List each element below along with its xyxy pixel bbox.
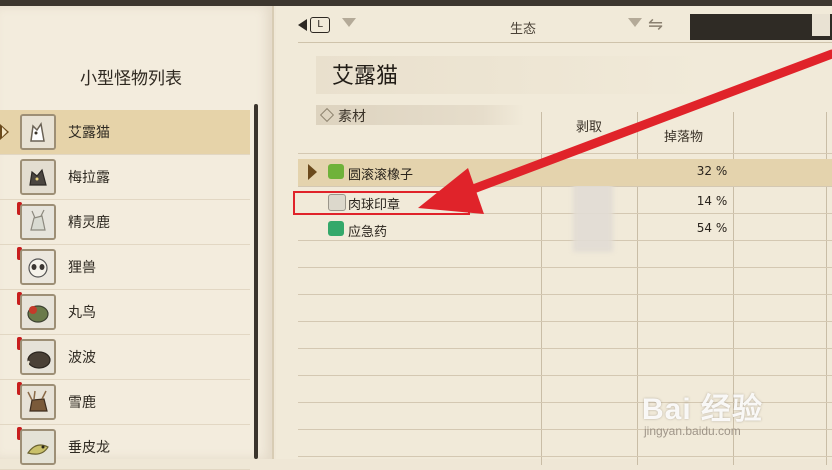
- monster-name: 垂皮龙: [68, 440, 110, 456]
- monster-title: 艾露猫: [332, 64, 399, 89]
- felyne-icon: [20, 114, 56, 150]
- selection-cursor-icon: [0, 124, 9, 140]
- l-button-label: L: [310, 17, 330, 33]
- drop-column-header: 掉落物: [664, 130, 704, 145]
- melynx-icon: [20, 159, 56, 195]
- snow-deer-icon: [20, 384, 56, 420]
- monster-name: 梅拉露: [68, 170, 110, 186]
- monster-name: 狸兽: [68, 260, 96, 276]
- tab-divider-icon: [628, 18, 642, 27]
- monster-row[interactable]: 雪鹿: [0, 380, 250, 425]
- monster-row[interactable]: 精灵鹿: [0, 200, 250, 245]
- monster-name: 精灵鹿: [68, 215, 110, 231]
- drop-rate: 14 %: [696, 194, 728, 208]
- potion-icon: [328, 221, 344, 236]
- dewlap-wyvern-icon: [20, 429, 56, 465]
- round-bird-icon: [20, 294, 56, 330]
- selection-cursor-icon: [308, 164, 317, 180]
- tab-ecology[interactable]: 生态: [510, 18, 536, 37]
- monster-list-title: 小型怪物列表: [80, 69, 182, 89]
- materials-section-label: 素材: [316, 105, 524, 125]
- tab-divider-icon: [342, 18, 356, 27]
- kelbi-icon: [20, 204, 56, 240]
- monster-list: 艾露猫 梅拉露 精灵鹿 狸兽 丸鸟 波波 雪鹿 垂皮龙: [0, 110, 250, 470]
- tab-next[interactable]: [690, 14, 832, 40]
- monster-row[interactable]: 艾露猫: [0, 110, 250, 155]
- watermark-brand: Bai 经验: [642, 393, 764, 426]
- monster-name: 波波: [68, 350, 96, 366]
- prev-tab-button[interactable]: L: [298, 17, 332, 33]
- raccoon-beast-icon: [20, 249, 56, 285]
- watermark-url: jingyan.baidu.com: [644, 424, 741, 438]
- acorn-icon: [328, 164, 344, 179]
- material-name: 应急药: [348, 225, 388, 240]
- tab-switch-icon[interactable]: ⇋: [648, 14, 686, 36]
- monster-name: 艾露猫: [68, 125, 110, 141]
- diamond-icon: [319, 107, 335, 123]
- drop-rate: 54 %: [696, 221, 728, 235]
- carve-column-header: 剥取: [576, 120, 603, 135]
- monster-row[interactable]: 波波: [0, 335, 250, 380]
- left-arrow-icon: [298, 19, 307, 31]
- monster-row[interactable]: 垂皮龙: [0, 425, 250, 470]
- watermark: Bai 经验 jingyan.baidu.com: [642, 380, 822, 450]
- monster-row[interactable]: 梅拉露: [0, 155, 250, 200]
- material-name: 圆滚滚橡子: [348, 168, 414, 183]
- monster-list-scrollbar[interactable]: [254, 104, 258, 459]
- annotation-highlight-box: [293, 191, 470, 215]
- monster-row[interactable]: 狸兽: [0, 245, 250, 290]
- material-row[interactable]: 圆滚滚橡子 32 %: [298, 159, 832, 186]
- drop-rate: 32 %: [696, 164, 728, 178]
- monster-row[interactable]: 丸鸟: [0, 290, 250, 335]
- monster-name: 丸鸟: [68, 305, 96, 321]
- popo-icon: [20, 339, 56, 375]
- monster-list-panel: 小型怪物列表 艾露猫 梅拉露 精灵鹿 狸兽 丸鸟 波波 雪鹿 垂皮龙: [0, 6, 274, 470]
- monster-name: 雪鹿: [68, 395, 96, 411]
- material-row[interactable]: 应急药 54 %: [298, 216, 832, 243]
- tab-bar: L 生态 ⇋: [298, 12, 832, 43]
